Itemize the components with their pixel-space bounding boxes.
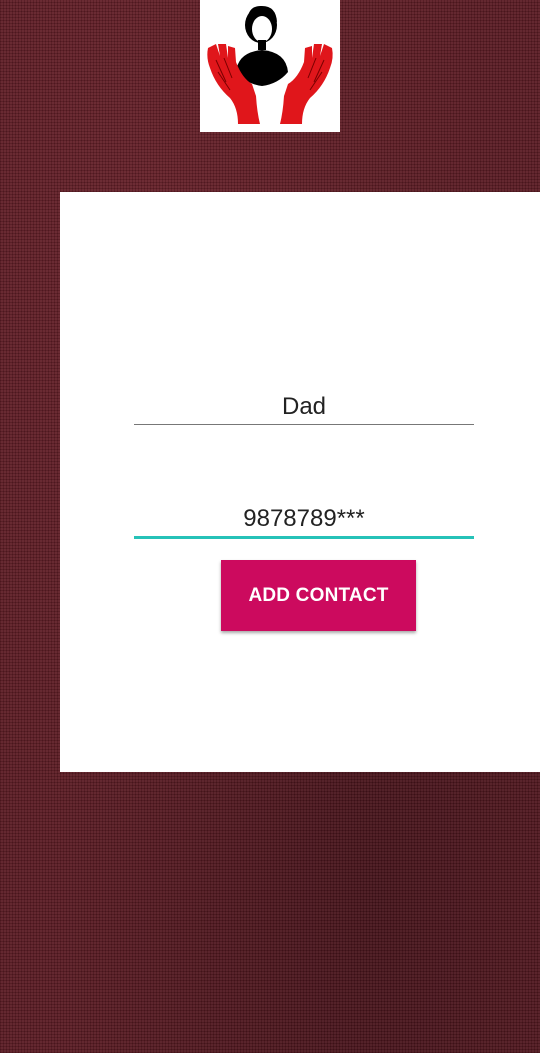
app-logo	[200, 0, 340, 132]
add-contact-card: Dad 9878789*** ADD CONTACT	[60, 192, 540, 772]
contact-phone-field[interactable]: 9878789***	[134, 502, 474, 539]
contact-name-field[interactable]: Dad	[134, 390, 474, 425]
woman-in-hands-icon	[207, 5, 333, 124]
add-contact-button[interactable]: ADD CONTACT	[221, 560, 416, 631]
